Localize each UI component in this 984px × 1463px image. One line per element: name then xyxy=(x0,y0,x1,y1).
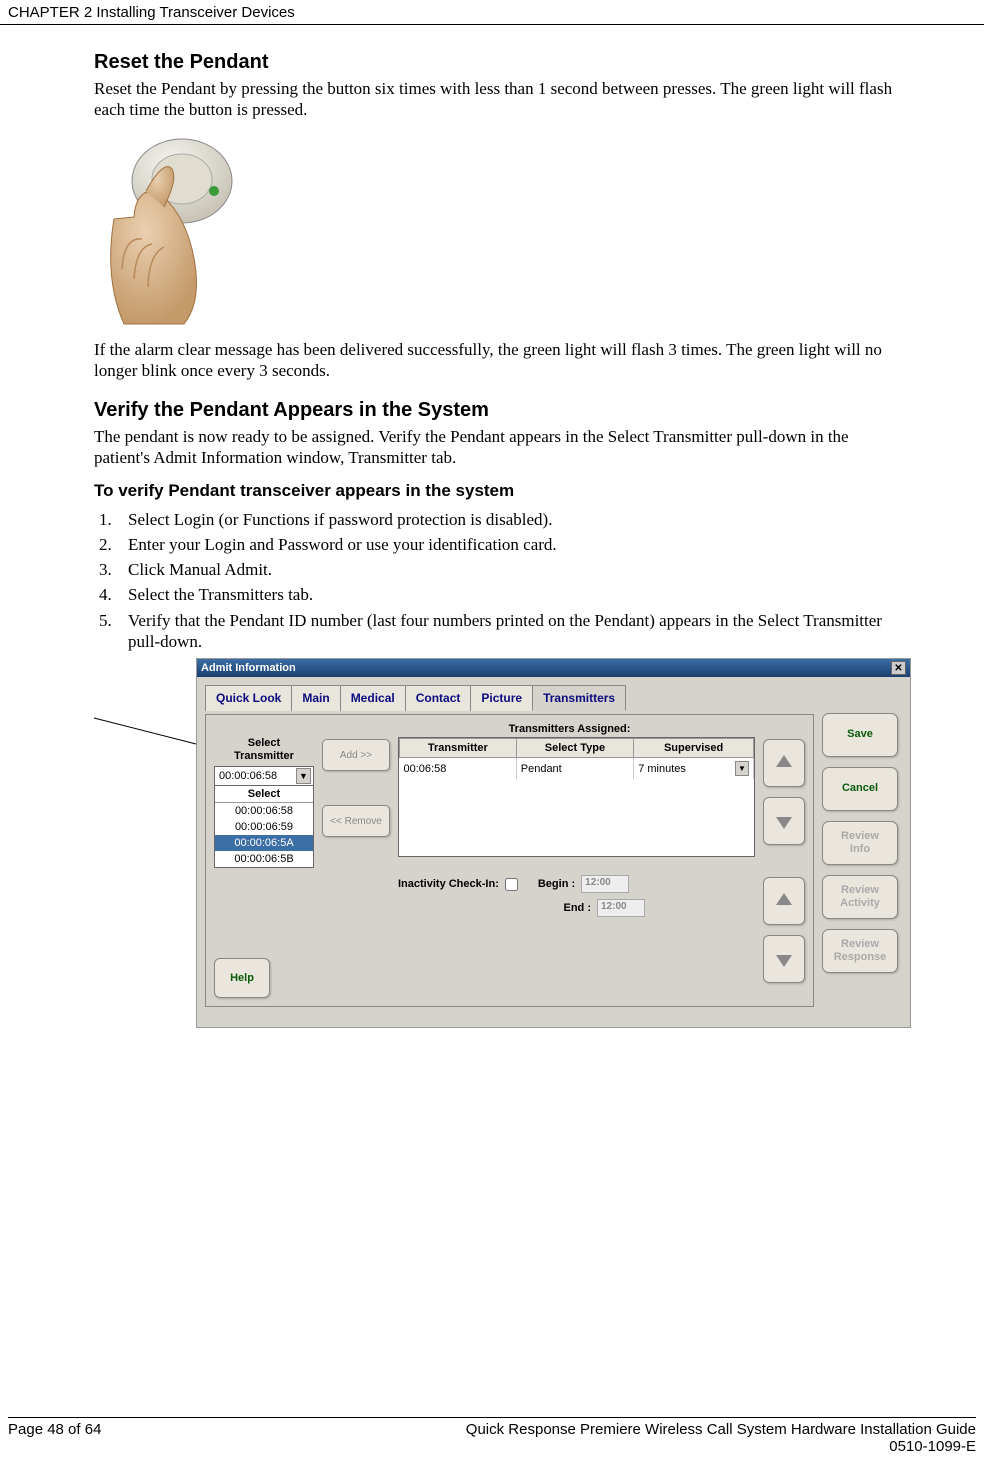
step-5: Verify that the Pendant ID number (last … xyxy=(116,610,904,653)
cell-supervised: 7 minutes ▼ xyxy=(634,758,754,780)
table-row[interactable]: 00:06:58 Pendant 7 minutes ▼ xyxy=(400,758,754,780)
close-icon[interactable]: ✕ xyxy=(891,661,906,675)
move-up-button[interactable] xyxy=(763,877,805,925)
main-content: Reset the Pendant Reset the Pendant by p… xyxy=(0,25,984,1028)
procedure-list: Select Login (or Functions if password p… xyxy=(116,509,904,653)
reset-pendant-para-1: Reset the Pendant by pressing the button… xyxy=(94,78,904,121)
step-4: Select the Transmitters tab. xyxy=(116,584,904,605)
select-transmitter-column: SelectTransmitter 00:00:06:58 ▼ Select 0… xyxy=(214,737,314,998)
dropdown-value: 00:00:06:58 xyxy=(219,770,277,782)
transmitter-row: SelectTransmitter 00:00:06:58 ▼ Select 0… xyxy=(214,737,805,998)
cell-type: Pendant xyxy=(516,758,633,780)
tab-picture[interactable]: Picture xyxy=(470,685,533,711)
footer-right: Quick Response Premiere Wireless Call Sy… xyxy=(466,1421,976,1455)
help-button[interactable]: Help xyxy=(214,958,270,998)
tab-contact[interactable]: Contact xyxy=(405,685,472,711)
callout-arrow xyxy=(92,716,198,746)
col-select-type: Select Type xyxy=(516,739,633,758)
admit-information-window: Admit Information ✕ Quick Look Main Medi… xyxy=(196,658,911,1028)
remove-button[interactable]: << Remove xyxy=(322,805,390,837)
window-title: Admit Information xyxy=(201,662,296,674)
chevron-down-icon[interactable]: ▼ xyxy=(735,761,749,776)
select-transmitter-dropdown[interactable]: 00:00:06:58 ▼ xyxy=(214,766,314,786)
step-2: Enter your Login and Password or use you… xyxy=(116,534,904,555)
page-header: CHAPTER 2 Installing Transceiver Devices xyxy=(0,0,984,25)
transmitters-table: Transmitter Select Type Supervised 00:06… xyxy=(398,737,755,857)
procedure-heading: To verify Pendant transceiver appears in… xyxy=(94,481,904,501)
end-time-input[interactable]: 12:00 xyxy=(597,899,645,917)
chevron-down-icon[interactable]: ▼ xyxy=(296,768,311,784)
tab-transmitters[interactable]: Transmitters xyxy=(532,685,626,711)
tabs: Quick Look Main Medical Contact Picture … xyxy=(205,685,814,711)
dropdown-option[interactable]: 00:00:06:58 xyxy=(215,803,313,819)
move-buttons-column xyxy=(763,737,805,857)
tab-medical[interactable]: Medical xyxy=(340,685,406,711)
window-body: Quick Look Main Medical Contact Picture … xyxy=(197,677,910,1027)
col-transmitter: Transmitter xyxy=(400,739,517,758)
dropdown-list[interactable]: Select 00:00:06:58 00:00:06:59 00:00:06:… xyxy=(214,785,314,868)
page-number: Page 48 of 64 xyxy=(8,1421,101,1455)
review-info-button[interactable]: ReviewInfo xyxy=(822,821,898,865)
step-3: Click Manual Admit. xyxy=(116,559,904,580)
move-buttons-column-2 xyxy=(763,875,805,983)
dropdown-option[interactable]: 00:00:06:59 xyxy=(215,819,313,835)
inactivity-label: Inactivity Check-In: xyxy=(398,878,499,890)
page-footer: Page 48 of 64 Quick Response Premiere Wi… xyxy=(8,1417,976,1455)
dropdown-option-selected[interactable]: 00:00:06:5A xyxy=(215,835,313,851)
window-title-bar: Admit Information ✕ xyxy=(197,659,910,677)
move-down-button[interactable] xyxy=(763,935,805,983)
right-button-panel: Save Cancel ReviewInfo ReviewActivity Re… xyxy=(822,685,902,1007)
verify-pendant-heading: Verify the Pendant Appears in the System xyxy=(94,399,904,422)
tab-main[interactable]: Main xyxy=(291,685,340,711)
begin-label: Begin : xyxy=(538,878,575,890)
verify-pendant-para: The pendant is now ready to be assigned.… xyxy=(94,426,904,469)
transmitters-assigned-label: Transmitters Assigned: xyxy=(334,723,805,735)
cell-transmitter: 00:06:58 xyxy=(400,758,517,780)
add-button[interactable]: Add >> xyxy=(322,739,390,771)
move-up-button[interactable] xyxy=(763,739,805,787)
dropdown-option[interactable]: 00:00:06:5B xyxy=(215,851,313,867)
end-label: End : xyxy=(564,902,592,914)
screenshot-container: Admit Information ✕ Quick Look Main Medi… xyxy=(94,658,904,1028)
select-transmitter-label: SelectTransmitter xyxy=(214,737,314,763)
add-remove-column: Add >> << Remove xyxy=(322,737,390,837)
inactivity-checkbox[interactable] xyxy=(505,878,518,891)
tab-quick-look[interactable]: Quick Look xyxy=(205,685,292,711)
begin-time-input[interactable]: 12:00 xyxy=(581,875,629,893)
reset-pendant-para-2: If the alarm clear message has been deli… xyxy=(94,339,904,382)
inactivity-fields: Inactivity Check-In: Begin : 12:00 End :… xyxy=(398,875,755,917)
save-button[interactable]: Save xyxy=(822,713,898,757)
tab-content: Transmitters Assigned: SelectTransmitter… xyxy=(205,714,814,1007)
step-1: Select Login (or Functions if password p… xyxy=(116,509,904,530)
col-supervised: Supervised xyxy=(634,739,754,758)
review-response-button[interactable]: ReviewResponse xyxy=(822,929,898,973)
main-panel: Quick Look Main Medical Contact Picture … xyxy=(205,685,814,1007)
dropdown-header: Select xyxy=(215,786,313,803)
review-activity-button[interactable]: ReviewActivity xyxy=(822,875,898,919)
pendant-hand-illustration xyxy=(94,129,254,329)
move-down-button[interactable] xyxy=(763,797,805,845)
cancel-button[interactable]: Cancel xyxy=(822,767,898,811)
reset-pendant-heading: Reset the Pendant xyxy=(94,51,904,74)
